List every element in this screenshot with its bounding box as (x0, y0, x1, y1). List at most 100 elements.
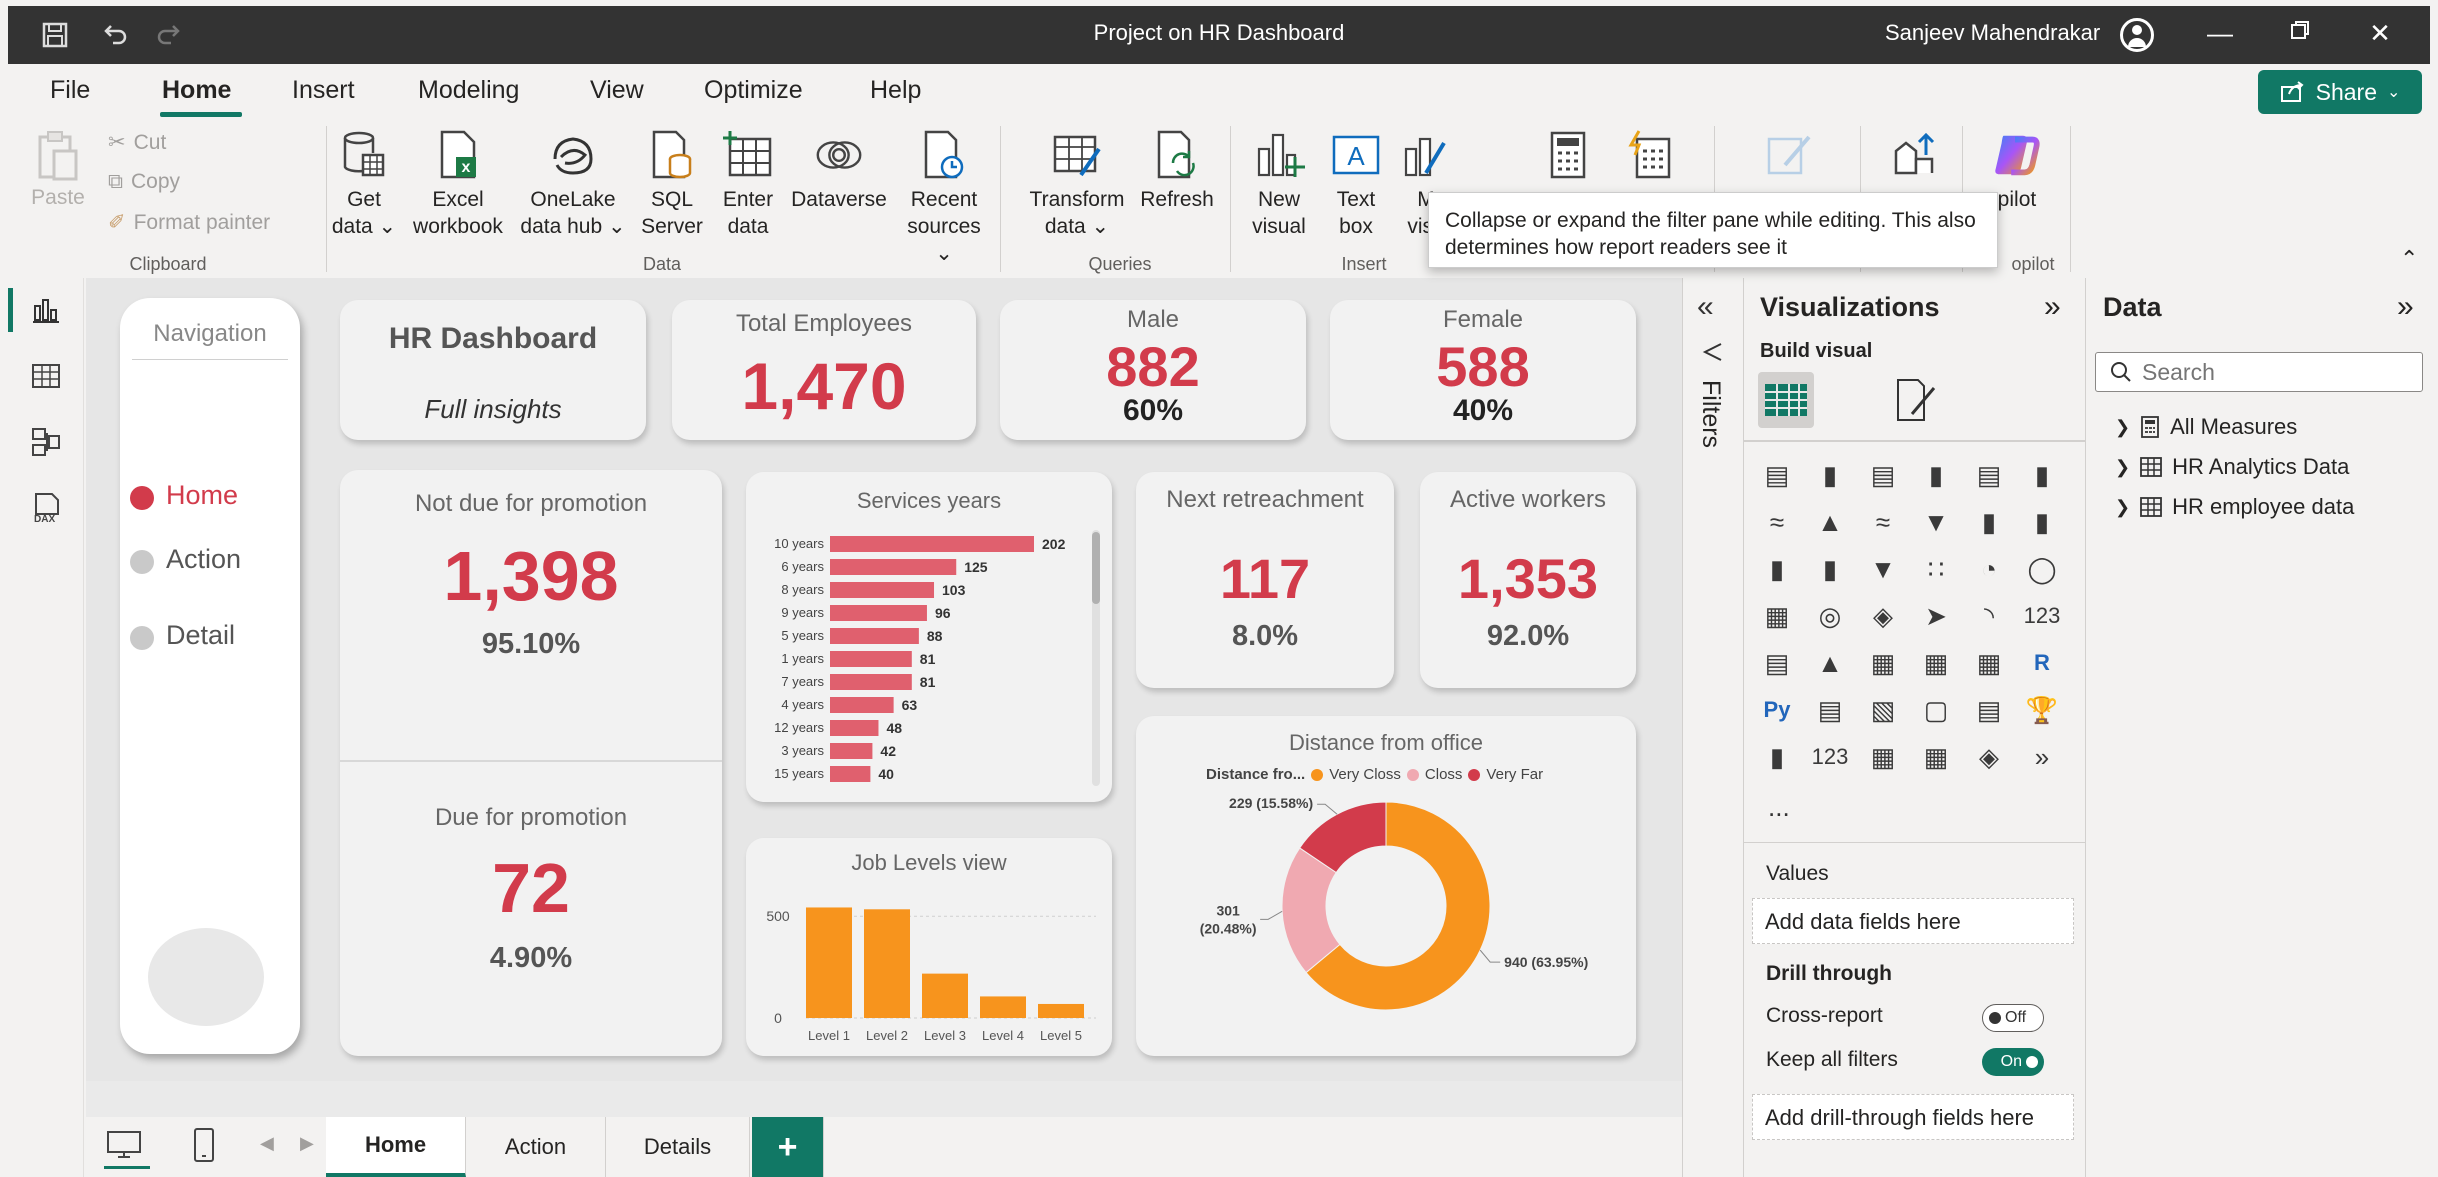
menu-view[interactable]: View (590, 76, 644, 105)
next-page-icon[interactable]: ▶ (300, 1133, 314, 1154)
treemap-icon[interactable]: ▦ (1758, 597, 1796, 635)
format-painter-button[interactable]: ✐ Format painter (108, 210, 270, 235)
funnel-icon[interactable]: ▼ (1864, 550, 1902, 588)
distance-card[interactable]: Distance from office Distance fro... Ver… (1136, 716, 1636, 1056)
table-icon[interactable]: ▦ (1917, 644, 1955, 682)
filters-label[interactable]: Filters (1696, 380, 1725, 448)
page-tab-action[interactable]: Action (466, 1117, 606, 1177)
narrative-icon[interactable]: ▤ (1970, 691, 2008, 729)
scrollbar-thumb[interactable] (1092, 532, 1100, 604)
paste-button[interactable]: Paste (28, 128, 88, 211)
menu-home[interactable]: Home (162, 76, 231, 105)
paginated-icon[interactable]: ▮ (1758, 738, 1796, 776)
data-search-input[interactable] (2142, 358, 2402, 386)
data-search-box[interactable] (2095, 352, 2423, 392)
menu-modeling[interactable]: Modeling (418, 76, 519, 105)
add-page-button[interactable]: + (752, 1117, 824, 1177)
clustered-bar-icon[interactable]: ▤ (1864, 456, 1902, 494)
key-influencers-icon[interactable]: ▤ (1811, 691, 1849, 729)
100-column-icon[interactable]: ▮ (2023, 456, 2061, 494)
active-workers-card[interactable]: Active workers 1,353 92.0% (1420, 472, 1636, 688)
dax-query-view-icon[interactable]: DAX (26, 488, 66, 528)
azure-map-icon[interactable]: ➤ (1917, 597, 1955, 635)
line-chart-icon[interactable]: ≈ (1758, 503, 1796, 541)
tree-item-hr-analytics[interactable]: ❯ HR Analytics Data (2115, 454, 2349, 480)
line-clustered-icon[interactable]: ▮ (2023, 503, 2061, 541)
promotion-card[interactable]: Not due for promotion 1,398 95.10% Due f… (340, 470, 722, 1056)
collapse-filters-icon[interactable]: « (1697, 290, 1714, 324)
get-data-button[interactable]: Get data ⌄ (330, 128, 398, 240)
area-chart-icon[interactable]: ▲ (1811, 503, 1849, 541)
table-view-icon[interactable] (26, 356, 66, 396)
power-automate-icon[interactable]: ▦ (1917, 738, 1955, 776)
slicer-icon[interactable]: ▦ (1864, 644, 1902, 682)
scatter-icon[interactable]: ∷ (1917, 550, 1955, 588)
keep-filters-toggle[interactable]: On (1982, 1048, 2044, 1076)
qa-icon[interactable]: ▢ (1917, 691, 1955, 729)
restore-icon[interactable] (2280, 18, 2320, 52)
map-icon[interactable]: ◎ (1811, 597, 1849, 635)
page-tab-home[interactable]: Home (326, 1117, 466, 1177)
cross-report-toggle[interactable]: Off (1982, 1004, 2044, 1032)
matrix-icon[interactable]: ▦ (1970, 644, 2008, 682)
copy-button[interactable]: ⧉ Copy (108, 170, 180, 194)
enter-data-button[interactable]: Enter data (712, 128, 784, 240)
page-tab-details[interactable]: Details (606, 1117, 750, 1177)
report-view-icon[interactable] (26, 290, 66, 330)
publish-button[interactable] (1884, 128, 1944, 186)
goals-icon[interactable]: 🏆 (2023, 691, 2061, 729)
retreachment-card[interactable]: Next retreachment 117 8.0% (1136, 472, 1394, 688)
tree-item-hr-employee[interactable]: ❯ HR employee data (2115, 494, 2354, 520)
calculator-button[interactable] (1538, 128, 1598, 186)
menu-insert[interactable]: Insert (292, 76, 355, 105)
add-data-fields-box[interactable]: Add data fields here (1752, 898, 2074, 944)
build-visual-tab[interactable] (1758, 372, 1814, 428)
menu-file[interactable]: File (50, 76, 90, 105)
tree-item-all-measures[interactable]: ❯ All Measures (2115, 414, 2297, 440)
expand-data-pane-icon[interactable]: » (2397, 290, 2414, 324)
total-employees-card[interactable]: Total Employees 1,470 (672, 300, 976, 440)
line-column-icon[interactable]: ▮ (1970, 503, 2008, 541)
more-visuals-ellipsis[interactable]: ... (1768, 792, 1790, 823)
female-card[interactable]: Female 588 40% (1330, 300, 1636, 440)
share-button[interactable]: Share ⌄ (2258, 70, 2422, 114)
add-drill-through-box[interactable]: Add drill-through fields here (1752, 1094, 2074, 1140)
dataverse-button[interactable]: Dataverse (786, 128, 892, 213)
publish-disabled-button[interactable] (1760, 128, 1820, 186)
chart-scrollbar[interactable] (1092, 530, 1100, 786)
ribbon-chart-icon[interactable]: ▼ (1917, 503, 1955, 541)
gauge-icon[interactable]: ◝ (1970, 597, 2008, 635)
diamond-icon[interactable]: ◈ (1970, 738, 2008, 776)
card-icon[interactable]: 123 (2023, 597, 2061, 635)
minimize-icon[interactable]: — (2200, 18, 2240, 52)
menu-optimize[interactable]: Optimize (704, 76, 803, 105)
stacked-bar-icon[interactable]: ▤ (1758, 456, 1796, 494)
stacked-area-icon[interactable]: ≈ (1864, 503, 1902, 541)
services-years-card[interactable]: Services years 10 years 202 6 years 125 8 ye… (746, 472, 1112, 802)
expand-pane-icon[interactable]: » (2044, 290, 2061, 324)
new-visual-button[interactable]: New visual (1244, 128, 1314, 240)
nav-item-home[interactable]: Home (166, 480, 238, 511)
collapse-ribbon-icon[interactable]: ⌃ (2400, 246, 2418, 272)
mobile-layout-icon[interactable] (192, 1127, 216, 1168)
funnel-alt-icon[interactable]: ▮ (1811, 550, 1849, 588)
sql-server-button[interactable]: SQL Server (634, 128, 710, 240)
python-visual-icon[interactable]: Py (1758, 691, 1796, 729)
decomposition-tree-icon[interactable]: ▧ (1864, 691, 1902, 729)
prev-page-icon[interactable]: ◀ (260, 1133, 274, 1154)
nav-item-detail[interactable]: Detail (166, 620, 235, 651)
chevrons-icon[interactable]: » (2023, 738, 2061, 776)
donut-icon[interactable]: ◯ (2023, 550, 2061, 588)
stacked-column-icon[interactable]: ▮ (1811, 456, 1849, 494)
waterfall-icon[interactable]: ▮ (1758, 550, 1796, 588)
nav-item-action[interactable]: Action (166, 544, 241, 575)
job-levels-card[interactable]: Job Levels view 0 500 Level 1 Level 2 Level … (746, 838, 1112, 1056)
kpi-icon[interactable]: ▲ (1811, 644, 1849, 682)
multi-row-card-icon[interactable]: ▤ (1758, 644, 1796, 682)
filled-map-icon[interactable]: ◈ (1864, 597, 1902, 635)
r-visual-icon[interactable]: R (2023, 644, 2061, 682)
card-new-icon[interactable]: 123 (1811, 738, 1849, 776)
onelake-button[interactable]: OneLake data hub ⌄ (516, 128, 630, 240)
menu-help[interactable]: Help (870, 76, 921, 105)
model-view-icon[interactable] (26, 422, 66, 462)
